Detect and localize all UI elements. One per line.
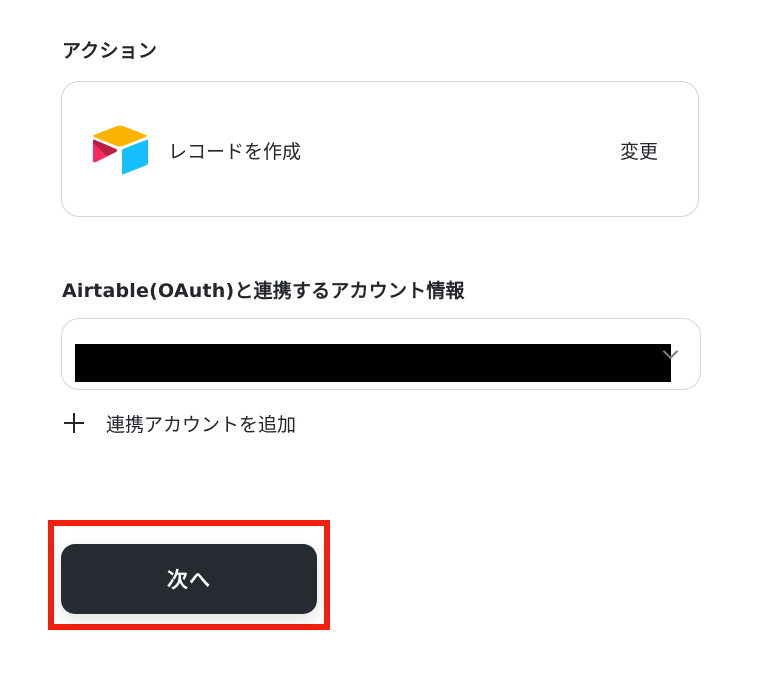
redacted-account-value (75, 344, 671, 382)
airtable-logo-icon (93, 125, 148, 175)
add-account-label: 連携アカウントを追加 (106, 413, 297, 436)
action-section-label: アクション (62, 40, 158, 62)
account-section-label: Airtable(OAuth)と連携するアカウント情報 (62, 280, 465, 302)
change-action-button[interactable]: 変更 (620, 137, 658, 164)
account-select[interactable] (61, 318, 701, 390)
action-name: レコードを作成 (168, 141, 302, 163)
next-button[interactable]: 次へ (61, 544, 317, 614)
add-account-link[interactable]: 連携アカウントを追加 (64, 408, 296, 438)
action-card: レコードを作成 変更 (61, 81, 699, 217)
plus-icon (64, 413, 84, 433)
airtable-action-settings-page: アクション レコードを作成 変更 Airtable(OAuth)と連携するアカウ… (0, 0, 784, 682)
